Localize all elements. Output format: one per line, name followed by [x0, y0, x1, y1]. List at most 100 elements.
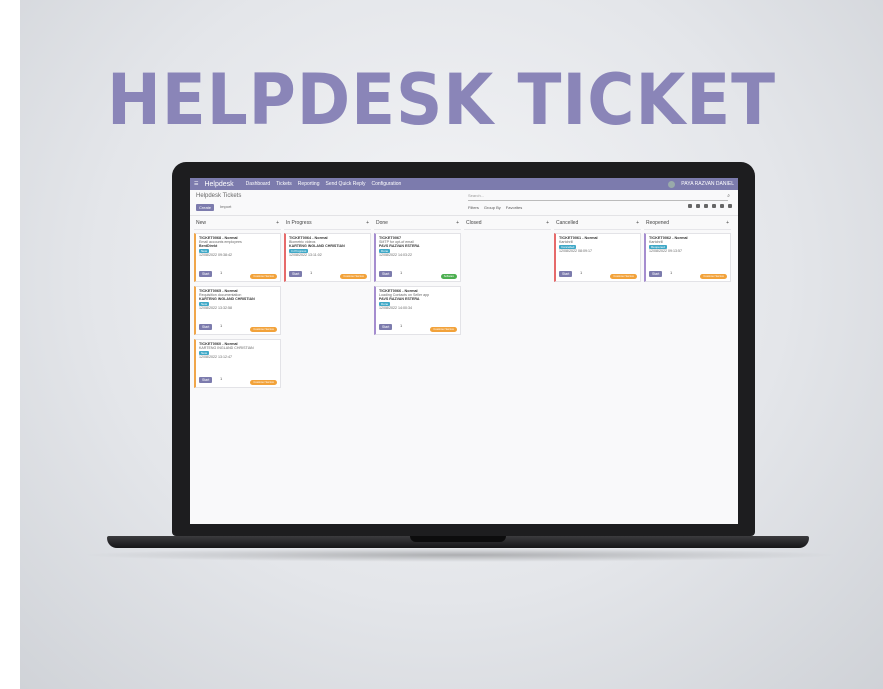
assignee-icon[interactable]: 1 — [400, 270, 402, 275]
app-topbar: ☰ Helpdesk Dashboard Tickets Reporting S… — [190, 178, 738, 190]
column-title: In Progress — [286, 220, 312, 226]
activity-view-icon[interactable] — [728, 204, 732, 208]
control-panel: Helpdesk Tickets Create Import Search...… — [190, 190, 738, 216]
menu-configuration[interactable]: Configuration — [372, 181, 402, 187]
start-button[interactable]: Start — [289, 271, 303, 277]
ticket-card[interactable]: TICKET0064 - Normal Biometric videos KAR… — [284, 233, 371, 282]
assignee-icon[interactable]: 1 — [580, 270, 582, 275]
team-badge: Customer Service — [340, 274, 367, 279]
ticket-card[interactable]: TICKET0067 SMTP for opt-of email PAVS RA… — [374, 233, 461, 282]
laptop-notch — [410, 536, 506, 542]
kanban-column: New + TICKET0068 - Normal Email accounts … — [194, 219, 281, 519]
team-badge: Customer Service — [250, 380, 277, 385]
menu-dashboard[interactable]: Dashboard — [246, 181, 270, 187]
ticket-date: 12/08/2022 08:09:17 — [559, 249, 592, 253]
menu-reporting[interactable]: Reporting — [298, 181, 320, 187]
team-badge: Customer Service — [250, 327, 277, 332]
user-name[interactable]: PAYA RAZVAN DANIEL — [681, 181, 734, 187]
ticket-customer: PAVS RAZVAN ESTERA — [379, 244, 420, 248]
start-button[interactable]: Start — [649, 271, 663, 277]
assignee-icon[interactable]: 1 — [220, 376, 222, 381]
laptop-shadow — [80, 548, 840, 562]
add-card-icon[interactable]: + — [276, 220, 279, 226]
ticket-subject: Kartchrill — [649, 240, 663, 244]
ticket-date: 12/08/2022 14:03:22 — [379, 253, 412, 257]
view-switcher — [688, 204, 732, 208]
apps-menu-icon[interactable]: ☰ — [194, 181, 198, 187]
add-card-icon[interactable]: + — [636, 220, 639, 226]
column-title: Cancelled — [556, 220, 579, 226]
start-button[interactable]: Start — [199, 377, 213, 383]
add-card-icon[interactable]: + — [546, 220, 549, 226]
team-badge: Software — [440, 274, 457, 279]
form-view-icon[interactable] — [704, 204, 708, 208]
laptop-screen: ☰ Helpdesk Dashboard Tickets Reporting S… — [190, 178, 738, 524]
assignee-icon[interactable]: 1 — [670, 270, 672, 275]
ticket-card[interactable]: TICKET0068 - Normal Email accounts emplo… — [194, 233, 281, 282]
column-title: Done — [376, 220, 388, 226]
team-badge: Customer Service — [430, 327, 457, 332]
kanban-view-icon[interactable] — [688, 204, 692, 208]
assignee-icon[interactable]: 1 — [220, 323, 222, 328]
assignee-icon[interactable]: 1 — [400, 323, 402, 328]
ticket-date: 12/08/2022 09:38:42 — [199, 253, 232, 257]
ticket-date: 12/08/2022 13:12:47 — [199, 355, 232, 359]
hero-title: HELPDESK TICKET — [106, 59, 777, 141]
add-card-icon[interactable]: + — [456, 220, 459, 226]
graph-view-icon[interactable] — [712, 204, 716, 208]
list-view-icon[interactable] — [696, 204, 700, 208]
ticket-card[interactable]: TICKET0060 - Normal KARTENG INGLAND CHRI… — [194, 339, 281, 388]
app-brand[interactable]: Helpdesk — [204, 181, 233, 188]
team-badge: Customer Service — [250, 274, 277, 279]
calendar-view-icon[interactable] — [720, 204, 724, 208]
ticket-customer: PAVS RAZVAN ESTERA — [379, 297, 420, 301]
ticket-card[interactable]: TICKET0062 - Normal Kartchrill Reopened … — [644, 233, 731, 282]
assignee-icon[interactable]: 1 — [310, 270, 312, 275]
start-button[interactable]: Start — [379, 324, 393, 330]
import-button[interactable]: Import — [220, 204, 231, 209]
column-header: Reopened + — [644, 219, 731, 230]
filters-dropdown[interactable]: Filters — [468, 205, 479, 210]
column-header: Cancelled + — [554, 219, 641, 230]
start-button[interactable]: Start — [559, 271, 573, 277]
ticket-customer: KARTENG INGLAND CHRISTIAN — [199, 297, 255, 301]
search-input[interactable]: Search... — [468, 193, 728, 201]
favorites-dropdown[interactable]: Favorites — [506, 205, 522, 210]
ticket-customer: BentDirekt — [199, 244, 218, 248]
group-by-dropdown[interactable]: Group By — [484, 205, 501, 210]
column-title: Closed — [466, 220, 482, 226]
column-title: Reopened — [646, 220, 670, 226]
column-header: In Progress + — [284, 219, 371, 230]
kanban-column: Cancelled + TICKET0061 - Normal Kartchril… — [554, 219, 641, 519]
column-title: New — [196, 220, 207, 226]
ticket-card[interactable]: TICKET0065 - Normal Requisition document… — [194, 286, 281, 335]
ticket-subject: Kartchrill — [559, 240, 573, 244]
add-card-icon[interactable]: + — [726, 220, 729, 226]
kanban-column: Closed + — [464, 219, 551, 519]
ticket-date: 12/08/2022 09:13:57 — [649, 249, 682, 253]
assignee-icon[interactable]: 1 — [220, 270, 222, 275]
left-white-edge — [0, 0, 20, 689]
column-header: New + — [194, 219, 281, 230]
kanban-column: Reopened + TICKET0062 - Normal Kartchrill… — [644, 219, 731, 519]
start-button[interactable]: Start — [199, 324, 213, 330]
team-badge: Customer Service — [610, 274, 637, 279]
ticket-date: 12/08/2022 13:32:58 — [199, 306, 232, 310]
team-badge: Customer Service — [700, 274, 727, 279]
menu-send-quick-reply[interactable]: Send Quick Reply — [325, 181, 365, 187]
kanban-board: New + TICKET0068 - Normal Email accounts … — [190, 216, 738, 522]
menu-tickets[interactable]: Tickets — [276, 181, 292, 187]
start-button[interactable]: Start — [379, 271, 393, 277]
ticket-subject: KARTENG INGLAND CHRISTIAN — [199, 346, 254, 350]
add-card-icon[interactable]: + — [366, 220, 369, 226]
start-button[interactable]: Start — [199, 271, 213, 277]
ticket-card[interactable]: TICKET0066 - Normal Loading Contacts on … — [374, 286, 461, 335]
search-icon[interactable]: ⌕ — [727, 193, 730, 199]
ticket-card[interactable]: TICKET0061 - Normal Kartchrill Cancelled… — [554, 233, 641, 282]
ticket-date: 12/08/2022 13:11:02 — [289, 253, 322, 257]
avatar[interactable] — [668, 180, 676, 188]
search-options: Filters Group By Favorites — [468, 205, 522, 210]
kanban-column: In Progress + TICKET0064 - Normal Biometr… — [284, 219, 371, 519]
column-header: Closed + — [464, 219, 551, 230]
create-button[interactable]: Create — [196, 204, 215, 211]
